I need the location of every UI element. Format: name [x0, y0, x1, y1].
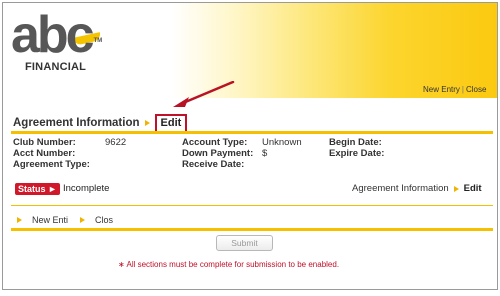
logo-subtitle: FINANCIAL [25, 61, 87, 73]
annotation-arrow-icon [173, 81, 235, 107]
agreement-edit-button[interactable]: Edit [154, 113, 188, 133]
new-entry-bottom-link[interactable]: New Enti [32, 214, 68, 226]
info-column-dates: Begin Date: Expire Date: [329, 137, 384, 159]
section-divider-thin [11, 205, 493, 206]
submit-button[interactable]: Submit [216, 235, 273, 251]
agreement-type-label: Agreement Type: [13, 159, 90, 170]
expire-date-label: Expire Date: [329, 148, 385, 159]
down-payment-label: Down Payment: [182, 148, 254, 159]
bullet-arrow-icon [453, 186, 459, 192]
acct-number-label: Acct Number: [13, 148, 76, 159]
account-type-label: Account Type: [182, 137, 248, 148]
bottom-links: New Enti Clos [13, 214, 113, 226]
club-number-value: 9622 [105, 137, 127, 148]
begin-date-label: Begin Date: [329, 137, 382, 148]
close-bottom-link[interactable]: Clos [95, 214, 113, 226]
section-divider-bottom [11, 228, 493, 231]
account-type-value: Unknown [262, 137, 302, 148]
info-column-account: Account Type: Down Payment: Receive Date… [182, 137, 253, 170]
info-column-account-values: Unknown $ [262, 137, 302, 159]
info-column-club: Club Number: Acct Number: Agreement Type… [13, 137, 90, 170]
abc-financial-logo: abc TM FINANCIAL [11, 9, 111, 79]
section-divider [11, 131, 493, 134]
down-payment-value: $ [262, 148, 268, 159]
receive-date-label: Receive Date: [182, 159, 245, 170]
new-entry-link[interactable]: New Entry [423, 85, 460, 94]
submission-notice: ∗ All sections must be complete for subm… [118, 260, 340, 269]
agreement-info-link[interactable]: Agreement Information [352, 183, 449, 195]
club-number-value-wrap: 9622 [105, 137, 126, 148]
agreement-section-header: Agreement Information Edit [13, 113, 188, 133]
app-frame: abc TM FINANCIAL New Entry | Close Agreemen… [2, 2, 498, 290]
bullet-arrow-icon [80, 217, 86, 223]
status-edit-link[interactable]: Edit [464, 183, 482, 195]
link-separator: | [461, 85, 464, 94]
agreement-info-nav: Agreement Information Edit [352, 183, 482, 195]
agreement-title: Agreement Information [13, 117, 140, 129]
status-value: Incomplete [63, 183, 110, 194]
bullet-arrow-icon [17, 217, 22, 223]
club-number-label: Club Number: [13, 137, 76, 148]
bullet-arrow-icon [144, 120, 150, 126]
header-links: New Entry | Close [423, 85, 497, 97]
close-link[interactable]: Close [466, 85, 486, 94]
status-badge: Status ► [15, 183, 60, 195]
logo-wordmark: abc TM [11, 6, 103, 64]
